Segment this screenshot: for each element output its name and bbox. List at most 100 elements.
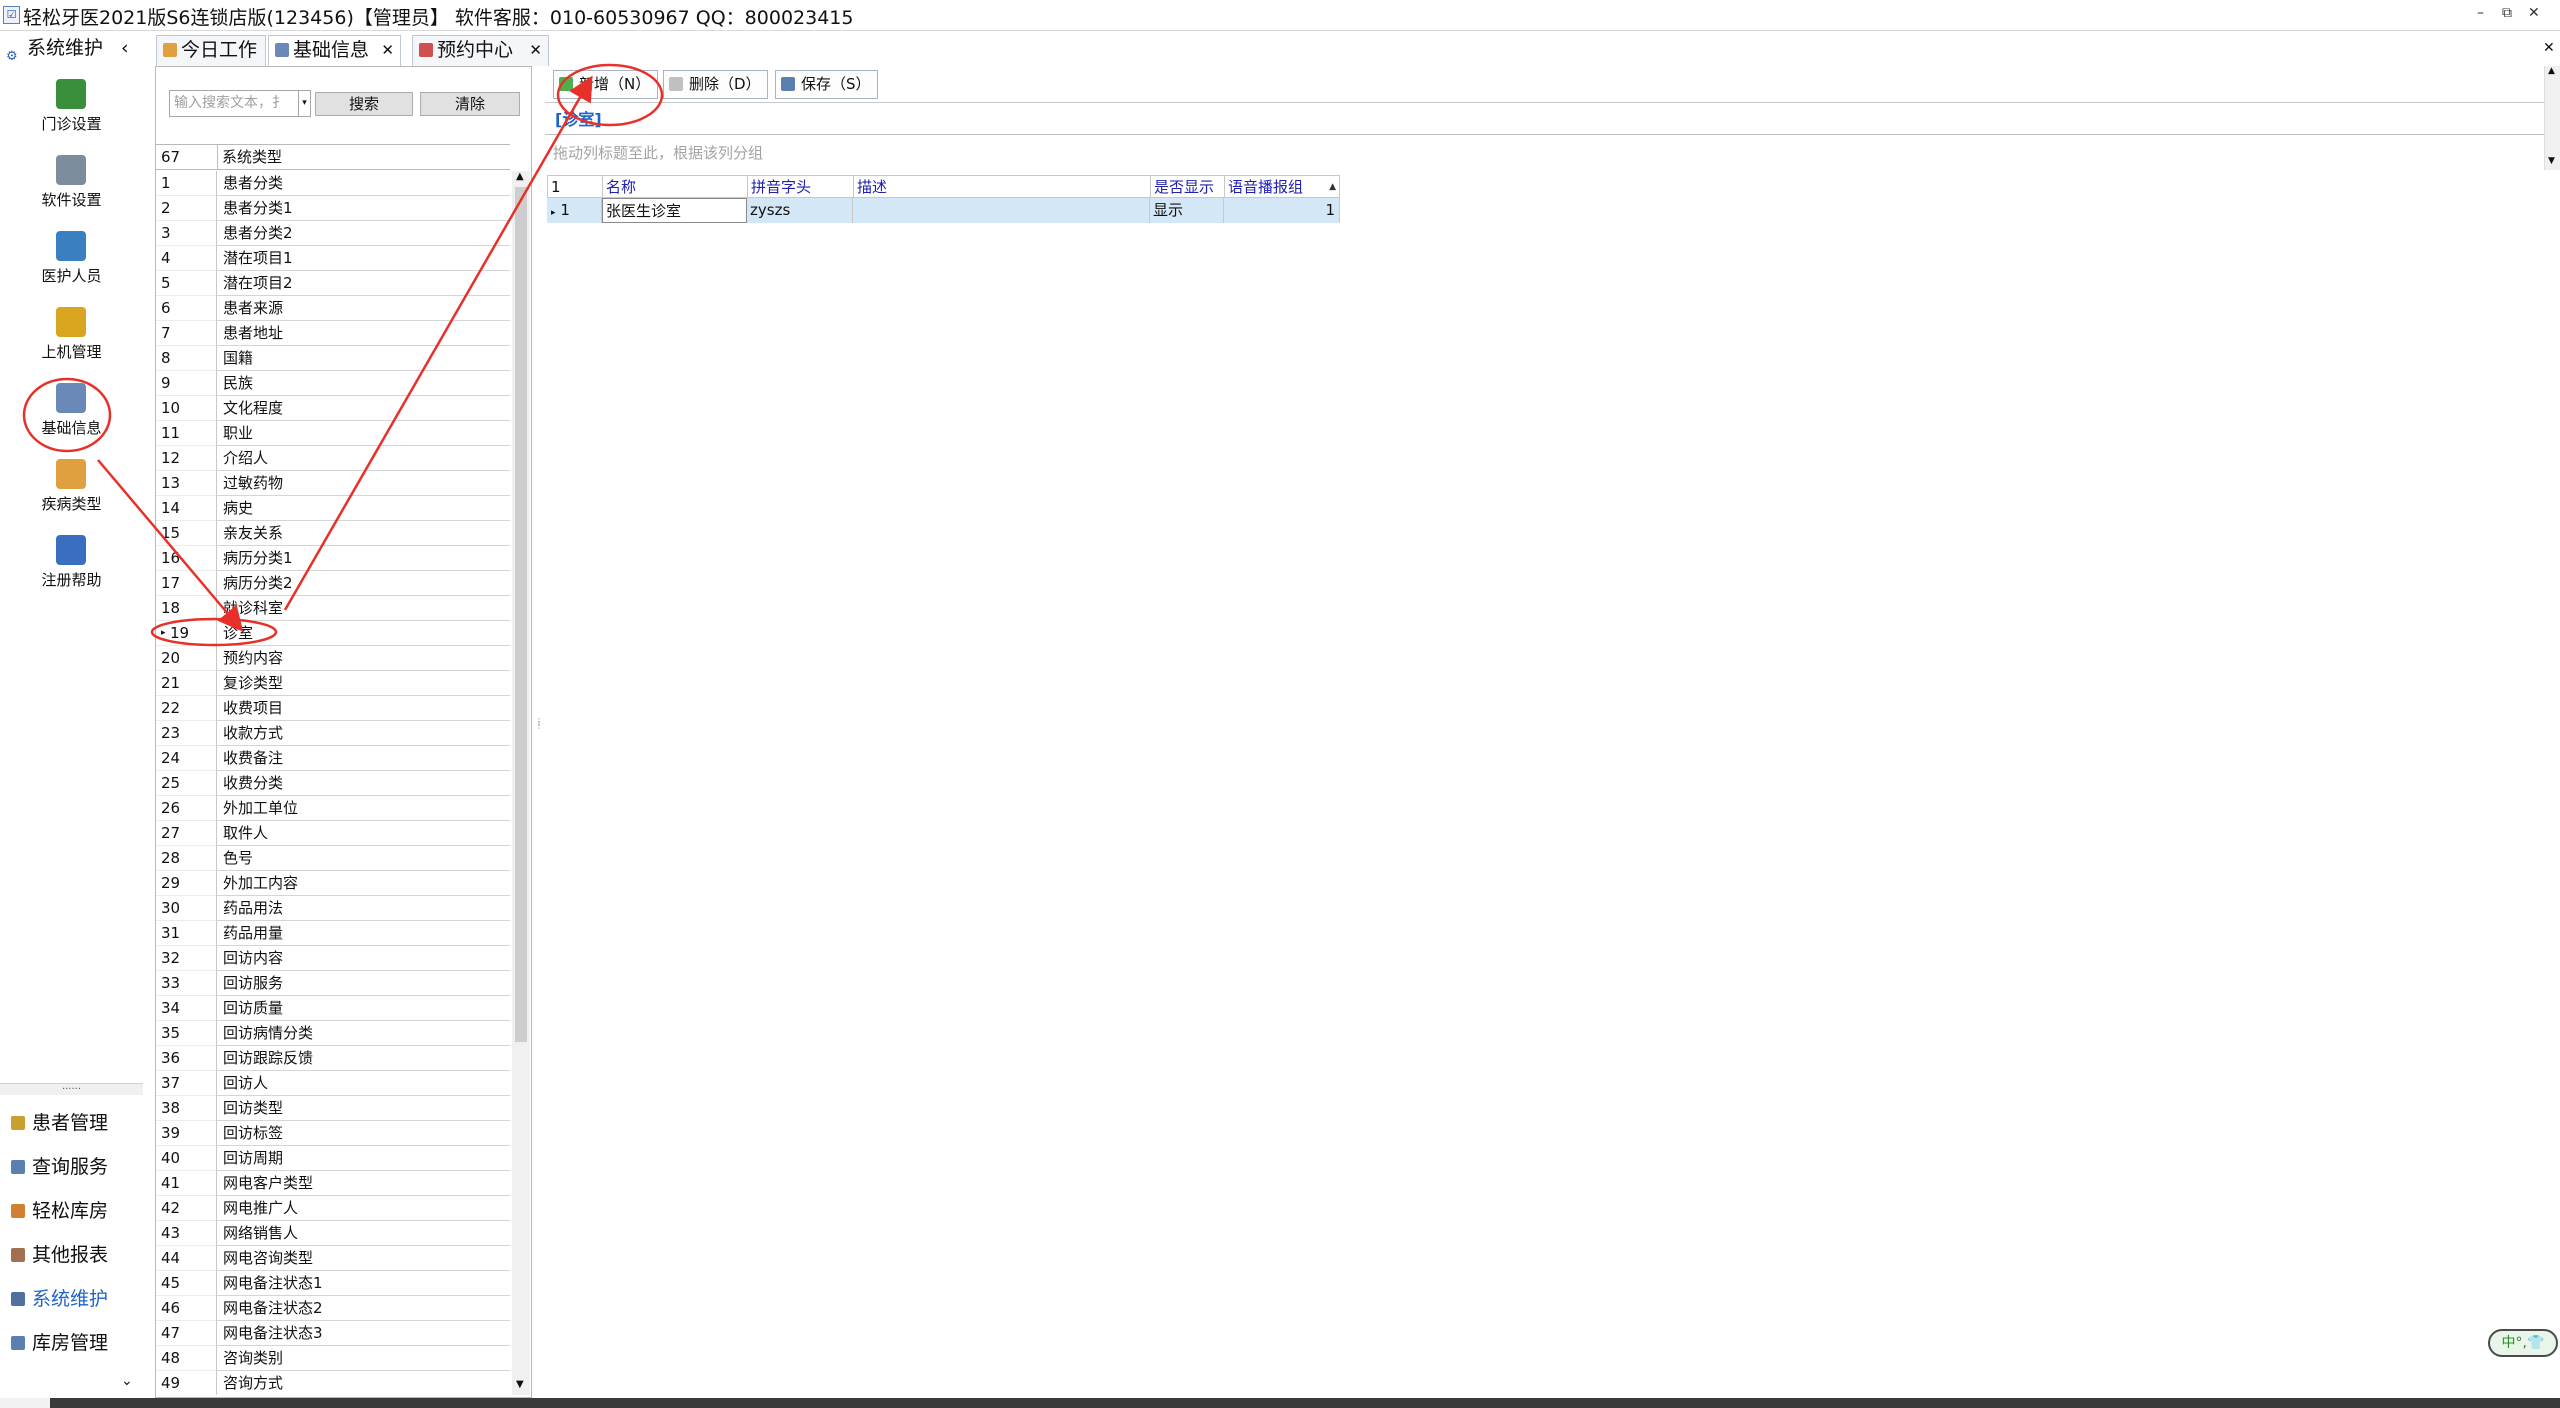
table-row[interactable]: 24 收费备注: [156, 746, 510, 771]
splitter-grip[interactable]: ⋮ ⋮: [535, 718, 543, 730]
table-row[interactable]: 34 回访质量: [156, 996, 510, 1021]
table-row[interactable]: 9 民族: [156, 371, 510, 396]
table-row[interactable]: 23 收款方式: [156, 721, 510, 746]
nav-item-1[interactable]: 软件设置: [0, 149, 143, 225]
table-row[interactable]: 2 患者分类1: [156, 196, 510, 221]
table-row[interactable]: ▸ 19 诊室: [156, 621, 510, 646]
table-row[interactable]: 4 潜在项目1: [156, 246, 510, 271]
table-row[interactable]: 14 病史: [156, 496, 510, 521]
module-3[interactable]: 其他报表: [0, 1233, 143, 1277]
module-4[interactable]: 系统维护: [0, 1277, 143, 1321]
table-row[interactable]: 8 国籍: [156, 346, 510, 371]
table-row[interactable]: 48 咨询类别: [156, 1346, 510, 1371]
table-row[interactable]: 47 网电备注状态3: [156, 1321, 510, 1346]
table-row[interactable]: 26 外加工单位: [156, 796, 510, 821]
table-row[interactable]: 3 患者分类2: [156, 221, 510, 246]
table-row[interactable]: 28 色号: [156, 846, 510, 871]
table-row[interactable]: 5 潜在项目2: [156, 271, 510, 296]
module-5[interactable]: 库房管理: [0, 1321, 143, 1365]
table-row[interactable]: 30 药品用法: [156, 896, 510, 921]
scroll-up-icon[interactable]: ▲: [2548, 66, 2555, 76]
table-row[interactable]: 41 网电客户类型: [156, 1171, 510, 1196]
table-row[interactable]: 11 职业: [156, 421, 510, 446]
vertical-scrollbar[interactable]: ▲ ▼: [512, 171, 530, 1395]
table-row[interactable]: 1 患者分类: [156, 171, 510, 196]
nav-item-3[interactable]: 上机管理: [0, 301, 143, 377]
row-header[interactable]: ▸ 1: [547, 198, 602, 223]
table-row[interactable]: 32 回访内容: [156, 946, 510, 971]
table-row[interactable]: 42 网电推广人: [156, 1196, 510, 1221]
table-row[interactable]: 43 网络销售人: [156, 1221, 510, 1246]
clear-button[interactable]: 清除: [420, 92, 520, 116]
column-header-pinyin[interactable]: 拼音字头: [747, 175, 853, 198]
right-scrollbar[interactable]: ▲ ▼: [2544, 66, 2560, 170]
search-dropdown-icon[interactable]: ▾: [299, 90, 311, 117]
column-header-description[interactable]: 描述: [853, 175, 1150, 198]
nav-item-5[interactable]: 疾病类型: [0, 453, 143, 529]
cell-pinyin[interactable]: zyszs: [747, 198, 853, 223]
column-header-system-type[interactable]: 系统类型: [217, 145, 510, 169]
table-row[interactable]: 46 网电备注状态2: [156, 1296, 510, 1321]
table-row[interactable]: 13 过敏药物: [156, 471, 510, 496]
module-2[interactable]: 轻松库房: [0, 1189, 143, 1233]
nav-item-4[interactable]: 基础信息: [0, 377, 143, 453]
search-input[interactable]: 输入搜索文本，扌: [169, 90, 299, 117]
nav-splitter[interactable]: ......: [0, 1082, 143, 1095]
tab-today-work[interactable]: 今日工作: [156, 35, 266, 66]
table-row[interactable]: 6 患者来源: [156, 296, 510, 321]
table-row[interactable]: 17 病历分类2: [156, 571, 510, 596]
nav-item-6[interactable]: 注册帮助: [0, 529, 143, 605]
cell-description[interactable]: [853, 198, 1150, 223]
scroll-down-icon[interactable]: ▼: [516, 1379, 524, 1390]
column-header-voice-group[interactable]: 语音播报组 ▲: [1224, 175, 1340, 198]
minimize-button[interactable]: –: [2477, 5, 2484, 21]
scroll-up-icon[interactable]: ▲: [516, 171, 524, 182]
nav-item-2[interactable]: 医护人员: [0, 225, 143, 301]
table-row[interactable]: 31 药品用量: [156, 921, 510, 946]
tab-basic-info[interactable]: 基础信息 ✕: [268, 35, 401, 66]
table-row[interactable]: 22 收费项目: [156, 696, 510, 721]
table-row[interactable]: ▸ 1 张医生诊室 zyszs 显示 1: [547, 198, 1340, 223]
table-row[interactable]: 16 病历分类1: [156, 546, 510, 571]
table-row[interactable]: 29 外加工内容: [156, 871, 510, 896]
save-button[interactable]: 保存（S）: [775, 70, 878, 99]
search-button[interactable]: 搜索: [315, 92, 413, 116]
table-row[interactable]: 45 网电备注状态1: [156, 1271, 510, 1296]
expand-nav-button[interactable]: ⌄: [121, 1373, 133, 1389]
table-row[interactable]: 10 文化程度: [156, 396, 510, 421]
group-by-hint[interactable]: 拖动列标题至此，根据该列分组: [553, 142, 763, 163]
column-header-show[interactable]: 是否显示: [1150, 175, 1224, 198]
restore-button[interactable]: ⧉: [2502, 5, 2512, 21]
close-tab-icon[interactable]: ✕: [381, 36, 394, 65]
module-1[interactable]: 查询服务: [0, 1145, 143, 1189]
cell-voice-group[interactable]: 1: [1224, 198, 1340, 223]
table-row[interactable]: 7 患者地址: [156, 321, 510, 346]
delete-button[interactable]: 删除（D）: [663, 70, 768, 99]
table-row[interactable]: 40 回访周期: [156, 1146, 510, 1171]
module-0[interactable]: 患者管理: [0, 1101, 143, 1145]
table-row[interactable]: 18 就诊科室: [156, 596, 510, 621]
close-all-tabs-button[interactable]: ✕: [2543, 40, 2555, 56]
table-row[interactable]: 21 复诊类型: [156, 671, 510, 696]
table-row[interactable]: 33 回访服务: [156, 971, 510, 996]
add-button[interactable]: 新增（N）: [553, 70, 658, 99]
collapse-nav-button[interactable]: ‹: [121, 33, 129, 63]
table-row[interactable]: 15 亲友关系: [156, 521, 510, 546]
column-header-name[interactable]: 名称: [602, 175, 747, 198]
table-row[interactable]: 35 回访病情分类: [156, 1021, 510, 1046]
table-row[interactable]: 38 回访类型: [156, 1096, 510, 1121]
table-row[interactable]: 37 回访人: [156, 1071, 510, 1096]
table-row[interactable]: 25 收费分类: [156, 771, 510, 796]
close-button[interactable]: ✕: [2528, 5, 2540, 21]
nav-item-0[interactable]: 门诊设置: [0, 73, 143, 149]
table-row[interactable]: 20 预约内容: [156, 646, 510, 671]
table-row[interactable]: 36 回访跟踪反馈: [156, 1046, 510, 1071]
cell-name[interactable]: 张医生诊室: [602, 198, 747, 223]
table-row[interactable]: 39 回访标签: [156, 1121, 510, 1146]
table-row[interactable]: 49 咨询方式: [156, 1371, 510, 1395]
table-row[interactable]: 27 取件人: [156, 821, 510, 846]
ime-indicator[interactable]: 中°,👕: [2488, 1329, 2558, 1357]
tab-appointment-center[interactable]: 预约中心 ✕: [412, 35, 549, 66]
table-row[interactable]: 44 网电咨询类型: [156, 1246, 510, 1271]
cell-show[interactable]: 显示: [1150, 198, 1224, 223]
